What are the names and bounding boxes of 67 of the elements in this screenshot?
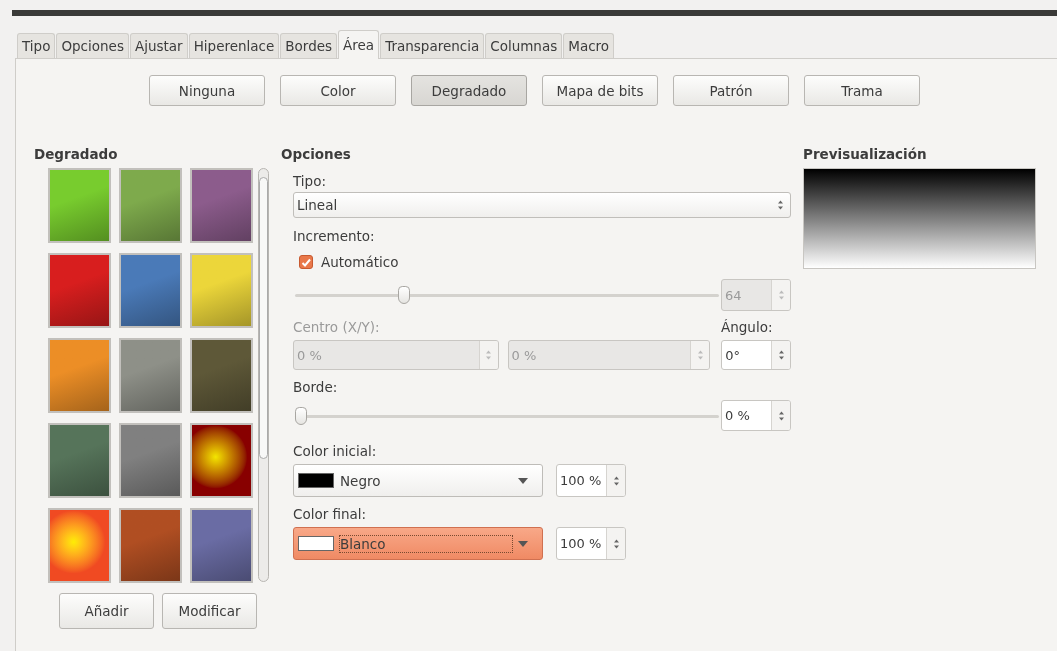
gradient-swatch[interactable] xyxy=(48,423,111,498)
checkmark-icon xyxy=(300,257,312,269)
automatic-checkbox[interactable]: Automático xyxy=(299,251,791,273)
spin-arrows-icon xyxy=(777,199,784,211)
tab[interactable]: Hiperenlace xyxy=(188,33,280,58)
color-dropdown[interactable]: Blanco xyxy=(293,527,543,560)
tab[interactable]: Bordes xyxy=(280,33,338,58)
tab[interactable]: Macro xyxy=(563,33,615,58)
gradient-swatch[interactable] xyxy=(190,253,253,328)
section-heading: Degradado xyxy=(34,146,119,164)
gradient-swatch[interactable] xyxy=(119,508,182,583)
color-dropdown[interactable]: Negro xyxy=(293,464,543,497)
spin-arrows-icon xyxy=(612,537,620,550)
spin-field[interactable]: 100 % xyxy=(556,464,626,497)
tab[interactable]: Área xyxy=(338,30,380,59)
field-label: Color inicial: xyxy=(293,442,378,461)
fill-type-button[interactable]: Trama xyxy=(804,75,920,106)
gradient-swatch[interactable] xyxy=(119,338,182,413)
spin-field[interactable]: 100 % xyxy=(556,527,626,560)
spin-arrows-icon xyxy=(777,349,785,361)
gradient-swatch[interactable] xyxy=(190,423,253,498)
gradient-swatch[interactable] xyxy=(119,168,182,243)
spin-arrows-icon xyxy=(612,474,620,487)
slider-thumb[interactable] xyxy=(295,406,307,425)
fill-type-button[interactable]: Color xyxy=(280,75,396,106)
field-label: Incremento: xyxy=(293,227,376,246)
spin-arrows-icon xyxy=(696,349,704,361)
gradient-swatch[interactable] xyxy=(119,253,182,328)
dropdown-arrow-icon xyxy=(518,477,528,484)
slider[interactable] xyxy=(293,404,721,427)
gradient-swatch[interactable] xyxy=(190,168,253,243)
gradient-swatch[interactable] xyxy=(190,508,253,583)
gradient-swatch[interactable] xyxy=(48,338,111,413)
spin-field[interactable]: 0° xyxy=(721,340,791,370)
scrollbar-thumb[interactable] xyxy=(259,177,268,459)
slider-thumb[interactable] xyxy=(398,286,410,304)
section-heading: Opciones xyxy=(281,146,352,164)
fill-type-button[interactable]: Patrón xyxy=(673,75,789,106)
gradient-swatch[interactable] xyxy=(119,423,182,498)
field-label: Centro (X/Y): xyxy=(293,318,380,337)
tab[interactable]: Columnas xyxy=(485,33,563,58)
spin-arrows-icon xyxy=(777,289,785,301)
tab[interactable]: Ajustar xyxy=(129,33,188,58)
scrollbar[interactable] xyxy=(258,168,269,582)
fill-type-button[interactable]: Ninguna xyxy=(149,75,265,106)
gradient-swatch[interactable] xyxy=(48,168,111,243)
tab[interactable]: Tipo xyxy=(17,33,56,58)
field-label: Color final: xyxy=(293,505,368,524)
spin-field[interactable]: 0 % xyxy=(721,400,791,431)
section-heading: Previsualización xyxy=(803,146,928,164)
gradient-swatch[interactable] xyxy=(48,253,111,328)
field-label: Ángulo: xyxy=(721,318,774,337)
slider[interactable] xyxy=(293,284,721,306)
spin-arrows-icon xyxy=(777,409,785,422)
tab[interactable]: Transparencia xyxy=(380,33,485,58)
list-button[interactable]: Modificar xyxy=(162,593,257,629)
field-label: Tipo: xyxy=(293,172,327,191)
spin-arrows-icon xyxy=(485,349,493,361)
field-label: Borde: xyxy=(293,378,339,397)
dropdown-arrow-icon xyxy=(518,540,528,547)
fill-type-button[interactable]: Mapa de bits xyxy=(542,75,658,106)
tab[interactable]: Opciones xyxy=(56,33,129,58)
list-button[interactable]: Añadir xyxy=(59,593,154,629)
gradient-swatch[interactable] xyxy=(48,508,111,583)
type-dropdown[interactable]: Lineal xyxy=(293,192,791,218)
gradient-swatch[interactable] xyxy=(190,338,253,413)
fill-type-button[interactable]: Degradado xyxy=(411,75,527,106)
